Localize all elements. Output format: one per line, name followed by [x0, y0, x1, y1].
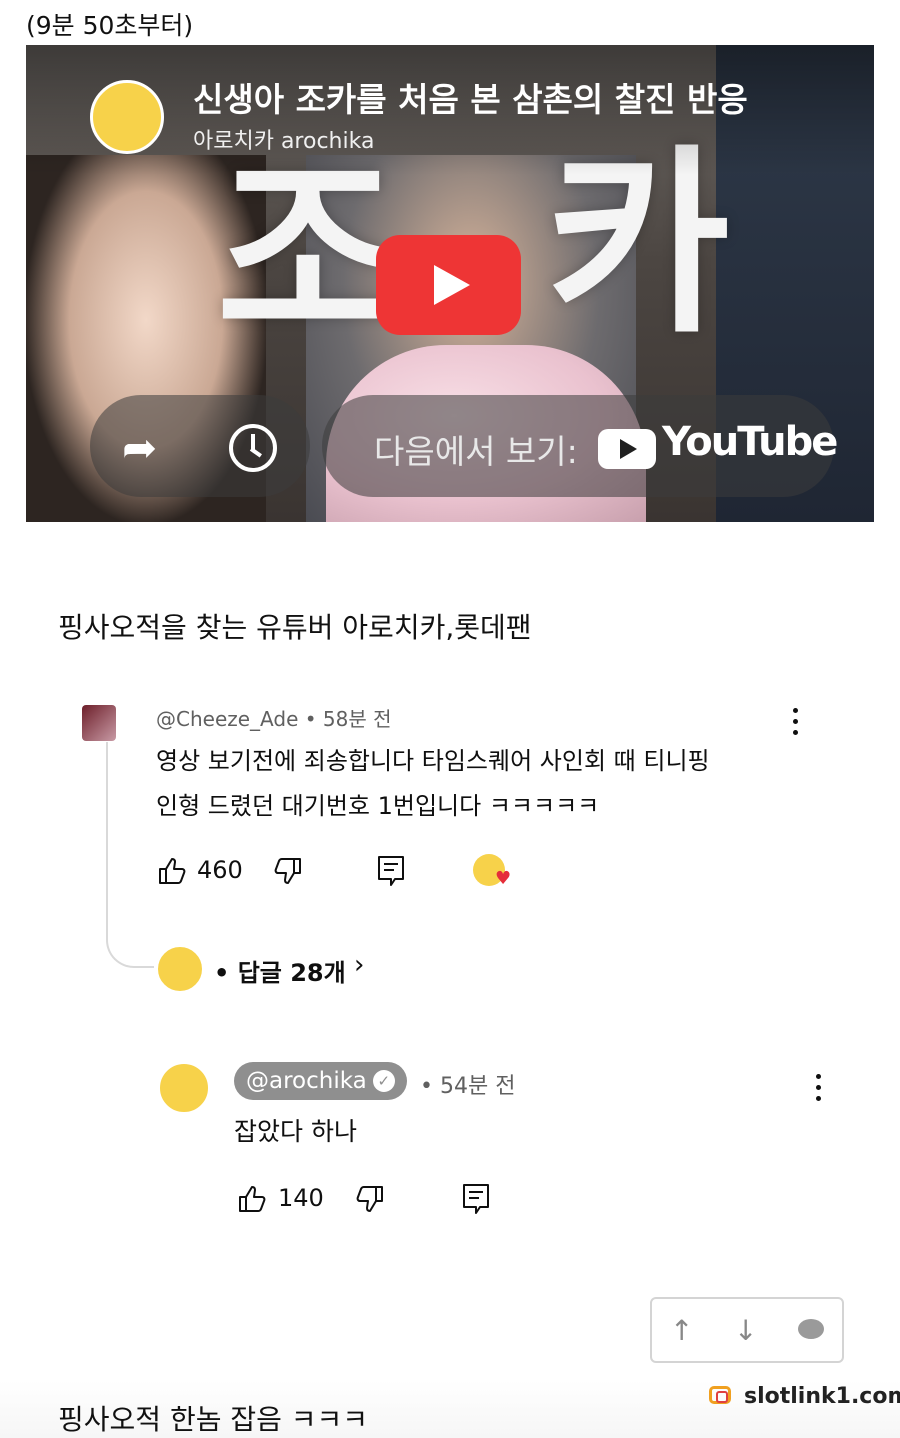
comment-bubble-icon[interactable]	[798, 1319, 824, 1339]
video-title[interactable]: 신생아 조카를 처음 본 삼촌의 찰진 반응	[193, 73, 748, 121]
replies-link[interactable]: • 답글 28개	[214, 953, 346, 988]
comment-meta: @Cheeze_Ade • 58분 전	[156, 707, 392, 731]
reply-more-menu-icon[interactable]	[809, 1070, 829, 1106]
reply-text: 잡았다 하나	[234, 1117, 357, 1146]
clock-icon[interactable]	[229, 424, 277, 472]
comment-text-line-2: 인형 드렸던 대기번호 1번입니다 ㅋㅋㅋㅋㅋ	[156, 792, 600, 820]
dislike-icon[interactable]	[272, 855, 304, 887]
comment-more-menu-icon[interactable]	[786, 704, 806, 740]
thumbnail-big-text-right: 카	[546, 128, 731, 361]
watermark-text: slotlink1.com	[744, 1384, 900, 1409]
watch-on-label: 다음에서 보기:	[374, 432, 578, 471]
reply-time: • 54분 전	[420, 1074, 516, 1099]
reply-icon[interactable]	[462, 1183, 490, 1215]
heart-icon: ♥	[495, 868, 512, 889]
share-icon[interactable]: ➦	[122, 423, 157, 472]
top-note: (9분 50초부터)	[26, 11, 194, 40]
bottom-caption: 핑사오적 한놈 잡음 ㅋㅋㅋ	[58, 1403, 369, 1436]
chevron-right-icon[interactable]: ›	[354, 950, 364, 980]
youtube-wordmark: YouTube	[662, 419, 838, 465]
video-embed[interactable]: 조 카 신생아 조카를 처음 본 삼촌의 찰진 반응 아로치카 arochika…	[26, 45, 874, 522]
like-icon[interactable]	[156, 855, 188, 887]
arrow-up-icon[interactable]: ↑	[670, 1314, 693, 1347]
reply-author-avatar[interactable]	[158, 1062, 210, 1114]
like-icon[interactable]	[236, 1183, 268, 1215]
reply-author-name: @arochika	[246, 1068, 367, 1094]
like-count: 460	[197, 856, 243, 884]
play-button[interactable]	[376, 235, 521, 335]
arrow-down-icon[interactable]: ↓	[734, 1314, 757, 1347]
replies-avatar	[156, 945, 204, 993]
comment-author-avatar[interactable]	[82, 705, 116, 741]
dislike-icon[interactable]	[354, 1183, 386, 1215]
reply-like-count: 140	[278, 1184, 324, 1212]
comment-text-line-1: 영상 보기전에 죄송합니다 타임스퀘어 사인회 때 티니핑	[156, 747, 710, 775]
verified-check-icon: ✓	[372, 1070, 395, 1092]
channel-avatar[interactable]	[90, 80, 164, 154]
watermark-logo-icon	[709, 1386, 731, 1404]
thumbnail-big-text-left: 조	[216, 138, 401, 371]
video-channel-name[interactable]: 아로치카 arochika	[193, 123, 374, 155]
youtube-logo-icon	[598, 429, 656, 469]
reply-icon[interactable]	[377, 855, 405, 887]
reply-author-chip[interactable]: @arochika ✓	[234, 1062, 407, 1100]
play-icon	[434, 265, 470, 305]
thread-connector-line	[106, 742, 154, 968]
post-caption: 핑사오적을 찾는 유튜버 아로치카,롯데팬	[58, 611, 532, 644]
